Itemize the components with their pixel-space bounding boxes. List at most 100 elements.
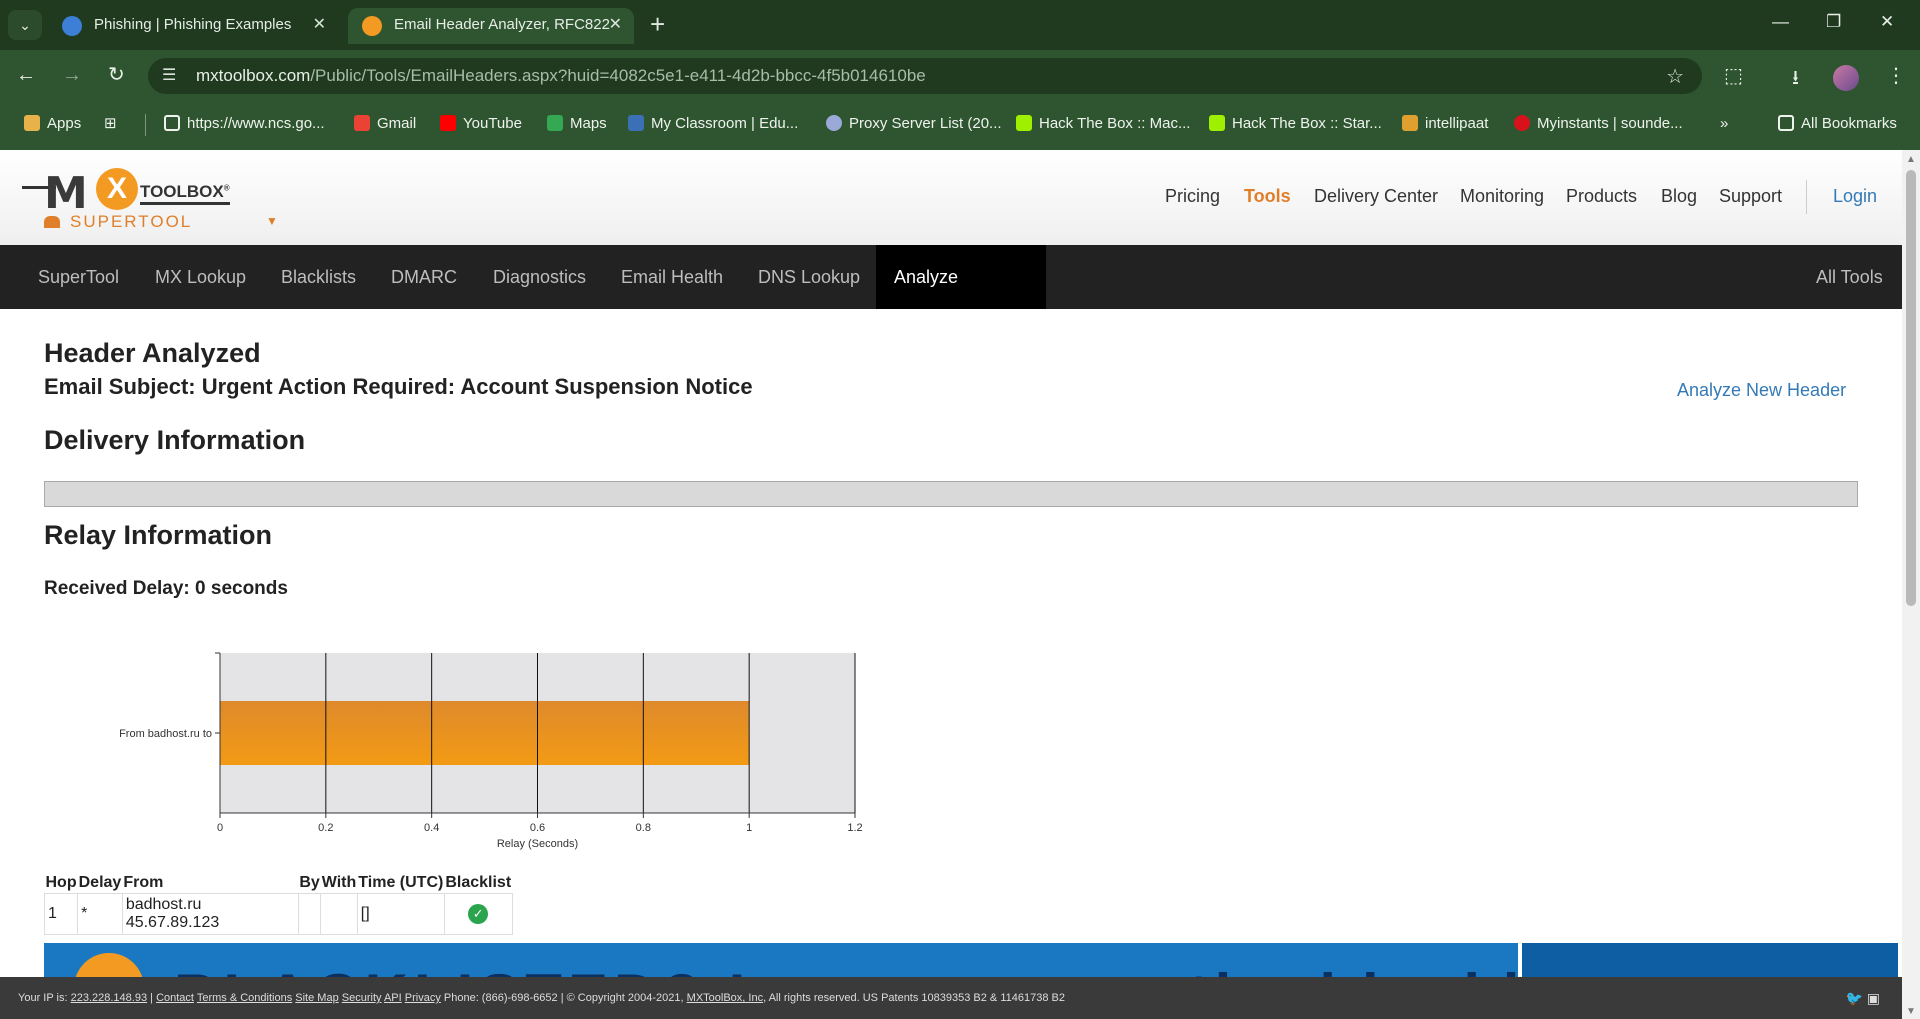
url-text[interactable]: mxtoolbox.com/Public/Tools/EmailHeaders.…: [196, 66, 926, 86]
reload-icon[interactable]: ↻: [108, 63, 125, 87]
analyze-new-header-link[interactable]: Analyze New Header: [1677, 380, 1846, 401]
email-subject: Email Subject: Urgent Action Required: A…: [44, 374, 753, 399]
cell-delay: *: [77, 893, 123, 935]
url-omnibox[interactable]: ☰ mxtoolbox.com/Public/Tools/EmailHeader…: [148, 58, 1702, 94]
cell-blacklist: ✓: [443, 893, 513, 935]
received-delay: Received Delay: 0 seconds: [44, 578, 288, 599]
bookmark-intellipaat[interactable]: intellipaat: [1402, 114, 1488, 134]
minimize-icon[interactable]: —: [1772, 12, 1789, 32]
scroll-thumb[interactable]: [1906, 170, 1916, 606]
col-hop: Hop: [45, 874, 77, 891]
nav-delivery-center[interactable]: Delivery Center: [1314, 186, 1438, 207]
footer-ip-link[interactable]: 223.228.148.93: [71, 992, 147, 1004]
col-delay: Delay: [78, 874, 122, 891]
supertool-label[interactable]: SUPERTOOL: [70, 212, 192, 232]
tab-close-icon[interactable]: ✕: [609, 8, 622, 42]
supertool-icon: [44, 216, 60, 228]
tool-mx-lookup[interactable]: MX Lookup: [137, 245, 264, 309]
back-icon[interactable]: ←: [16, 63, 36, 87]
supertool-caret-icon[interactable]: ▼: [266, 214, 278, 228]
bookmarks-bar: Apps ⊞ https://www.ncs.go... Gmail YouTu…: [0, 100, 1920, 150]
y-tick-label: From badhost.ru to: [119, 728, 212, 740]
nav-support[interactable]: Support: [1719, 186, 1782, 207]
x-tick-label: 0.8: [636, 822, 651, 834]
apps-grid-icon: [24, 115, 40, 131]
hackthebox-icon: [1016, 115, 1032, 131]
footer-terms[interactable]: Terms & Conditions: [197, 992, 292, 1004]
nav-products[interactable]: Products: [1566, 186, 1637, 207]
footer-contact[interactable]: Contact: [156, 992, 194, 1004]
tool-supertool[interactable]: SuperTool: [20, 245, 137, 309]
bookmark-youtube[interactable]: YouTube: [440, 114, 522, 134]
site-settings-icon[interactable]: ☰: [162, 65, 176, 85]
x-tick-label: 1: [746, 822, 752, 834]
tab-email-header-analyzer[interactable]: Email Header Analyzer, RFC822 ✕: [348, 8, 634, 44]
extensions-icon[interactable]: ⬚: [1724, 63, 1743, 88]
x-tick-label: 0: [217, 822, 223, 834]
bookmark-grid-icon[interactable]: ⊞: [104, 114, 117, 134]
footer-company-link[interactable]: MXToolBox, Inc: [687, 992, 763, 1004]
scroll-up-icon[interactable]: ▲: [1906, 154, 1916, 165]
tab-phishing[interactable]: Phishing | Phishing Examples ✕: [48, 8, 338, 44]
profile-avatar[interactable]: [1833, 65, 1859, 91]
download-icon[interactable]: ⭳: [1792, 63, 1799, 97]
restore-icon[interactable]: ❐: [1826, 12, 1841, 32]
folder-icon: [164, 115, 180, 131]
nav-login[interactable]: Login: [1833, 186, 1877, 207]
phishing-favicon-icon: [62, 16, 82, 36]
nav-blog[interactable]: Blog: [1661, 186, 1697, 207]
tool-analyze-headers[interactable]: Analyze Headers: [876, 245, 1046, 351]
nav-separator: [1806, 180, 1807, 214]
bookmark-separator: [145, 114, 146, 136]
footer-security[interactable]: Security: [342, 992, 382, 1004]
tab-title: Email Header Analyzer, RFC822: [394, 16, 610, 33]
bookmark-htb-starting[interactable]: Hack The Box :: Star...: [1209, 114, 1382, 134]
tool-all-tools[interactable]: All Tools: [1798, 245, 1901, 309]
delivery-heading: Delivery Information: [44, 425, 306, 455]
tab-search-button[interactable]: ⌄: [8, 10, 42, 40]
page-scrollbar[interactable]: ▲ ▼: [1902, 150, 1920, 1019]
all-bookmarks[interactable]: All Bookmarks: [1778, 114, 1897, 134]
mxtoolbox-favicon-icon: [362, 16, 382, 36]
tool-email-health[interactable]: Email Health: [603, 245, 741, 309]
bookmarks-overflow-icon[interactable]: »: [1720, 114, 1728, 134]
bookmark-my-classroom[interactable]: My Classroom | Edu...: [628, 114, 798, 134]
myinstants-icon: [1514, 115, 1530, 131]
bookmark-ncs[interactable]: https://www.ncs.go...: [164, 114, 325, 134]
nav-monitoring[interactable]: Monitoring: [1460, 186, 1544, 207]
x-tick-label: 0.6: [530, 822, 545, 834]
browser-menu-icon[interactable]: ⋮: [1886, 63, 1906, 88]
logo-toolbox: TOOLBOX®: [140, 182, 230, 205]
footer-social-icons[interactable]: 🐦 ▣: [1845, 977, 1880, 1019]
tool-blacklists[interactable]: Blacklists: [263, 245, 374, 309]
footer-sitemap[interactable]: Site Map: [295, 992, 338, 1004]
bookmark-maps[interactable]: Maps: [547, 114, 607, 134]
footer-privacy[interactable]: Privacy: [405, 992, 441, 1004]
forward-icon[interactable]: →: [62, 63, 82, 87]
bookmark-htb-machines[interactable]: Hack The Box :: Mac...: [1016, 114, 1190, 134]
maps-icon: [547, 115, 563, 131]
classroom-icon: [628, 115, 644, 131]
nav-tools[interactable]: Tools: [1244, 186, 1291, 207]
tool-dmarc[interactable]: DMARC: [373, 245, 475, 309]
bookmark-gmail[interactable]: Gmail: [354, 114, 416, 134]
bookmark-myinstants[interactable]: Myinstants | sounde...: [1514, 114, 1683, 134]
footer-api[interactable]: API: [384, 992, 402, 1004]
tab-close-icon[interactable]: ✕: [313, 8, 326, 42]
blacklist-ok-icon[interactable]: ✓: [468, 904, 489, 924]
new-tab-button[interactable]: +: [650, 9, 665, 39]
nav-pricing[interactable]: Pricing: [1165, 186, 1220, 207]
scroll-down-icon[interactable]: ▼: [1906, 1006, 1916, 1017]
bookmark-proxy-list[interactable]: Proxy Server List (20...: [826, 114, 1002, 134]
tool-nav-bar: SuperTool MX Lookup Blacklists DMARC Dia…: [0, 245, 1902, 351]
tool-diagnostics[interactable]: Diagnostics: [475, 245, 604, 309]
close-window-icon[interactable]: ✕: [1880, 12, 1894, 32]
tool-dns-lookup[interactable]: DNS Lookup: [740, 245, 878, 309]
blacklist-banner[interactable]: BLACKLISTED? Is your ... on the blacklis…: [44, 943, 1898, 977]
banner-learn-more[interactable]: [1518, 943, 1898, 977]
table-row: 1 * badhost.ru 45.67.89.123 [] ✓: [43, 893, 513, 935]
footer-phone: Phone: (866)-698-6652: [443, 992, 558, 1004]
browser-tab-strip: ⌄ Phishing | Phishing Examples ✕ Email H…: [0, 0, 1920, 50]
bookmark-apps[interactable]: Apps: [24, 114, 81, 134]
bookmark-star-icon[interactable]: ☆: [1666, 64, 1684, 89]
